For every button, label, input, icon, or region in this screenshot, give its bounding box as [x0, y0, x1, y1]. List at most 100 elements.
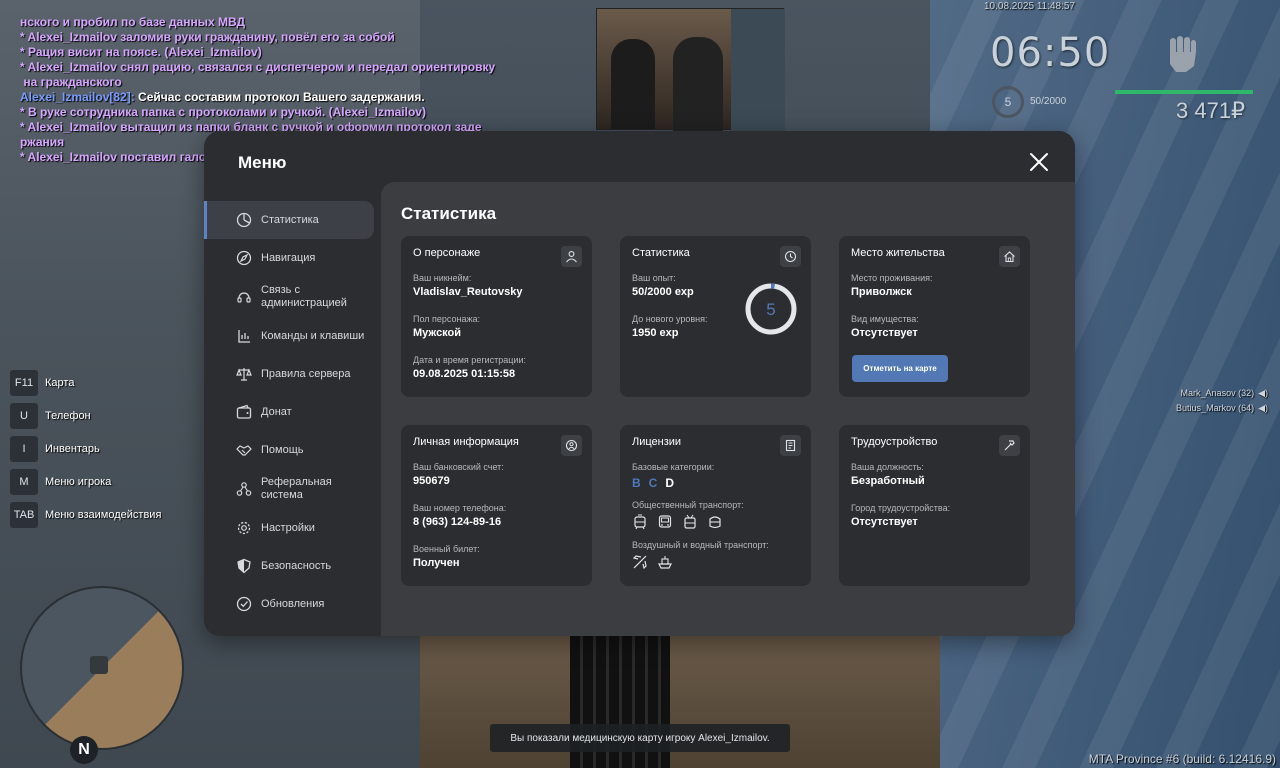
sidebar-item-rules[interactable]: Правила сервера — [204, 355, 380, 393]
field-value: Отсутствует — [851, 516, 918, 528]
sidebar-item-label: Связь с администрацией — [261, 284, 347, 309]
chat-line: * Alexei_Izmailov снял рацию, связался с… — [20, 60, 496, 74]
scene-wall — [731, 9, 785, 131]
field-label: Воздушный и водный транспорт: — [632, 540, 769, 550]
hotkey-inventory[interactable]: I Инвентарь — [10, 436, 161, 462]
chat-message: Сейчас составим протокол Вашего задержан… — [134, 90, 425, 104]
sidebar-item-settings[interactable]: Настройки — [204, 509, 380, 547]
field-label: Город трудоустройства: — [851, 503, 951, 513]
hotkey-key: U — [10, 403, 38, 429]
license-category: B — [632, 476, 641, 490]
field-value: Мужской — [413, 327, 462, 339]
sidebar-item-referral[interactable]: Реферальная система — [204, 469, 380, 509]
build-info: MTA Province #6 (build: 6.12416.9) — [1088, 752, 1276, 766]
card-icon-box — [999, 435, 1020, 456]
card-title: Лицензии — [632, 436, 682, 448]
hotkey-list: F11 Карта U Телефон I Инвентарь M Меню и… — [10, 370, 161, 535]
hotkey-key: M — [10, 469, 38, 495]
field-value: Приволжск — [851, 286, 912, 298]
sidebar-item-label: Навигация — [261, 251, 316, 264]
field-label: Базовые категории: — [632, 462, 715, 472]
field-label: Вид имущества: — [851, 314, 919, 324]
menu-title: Меню — [238, 153, 287, 172]
field-value: 950679 — [413, 475, 450, 487]
license-category: C — [648, 476, 658, 490]
field-label: Ваш номер телефона: — [413, 503, 507, 513]
hud-health-bar — [1115, 90, 1253, 94]
sidebar-item-commands[interactable]: Команды и клавиши — [204, 317, 380, 355]
hotkey-phone[interactable]: U Телефон — [10, 403, 161, 429]
hotkey-key: F11 — [10, 370, 38, 396]
hud-clock: 06:50 — [990, 30, 1111, 76]
sidebar-item-security[interactable]: Безопасность — [204, 547, 380, 585]
stats-card: Статистика Ваш опыт: 50/2000 exp До ново… — [620, 236, 811, 397]
sidebar-item-label: Настройки — [261, 521, 315, 534]
hotkey-interaction-menu[interactable]: TAB Меню взаимодействия — [10, 502, 161, 528]
character-card: О персонаже Ваш никнейм: Vladislav_Reuto… — [401, 236, 592, 397]
personal-info-card: Личная информация Ваш банковский счет: 9… — [401, 425, 592, 586]
public-transport-icons — [632, 514, 799, 530]
sidebar-item-navigation[interactable]: Навигация — [204, 239, 380, 277]
sidebar-item-label: Правила сервера — [261, 367, 351, 380]
metro-icon — [709, 516, 721, 529]
radar-north-indicator: N — [70, 736, 98, 764]
radar-blip-icon — [90, 656, 108, 674]
chat-line: * Alexei_Izmailov заломив руки гражданин… — [20, 30, 395, 44]
license-categories: BCD — [632, 476, 799, 490]
close-icon[interactable] — [1027, 150, 1051, 174]
referral-icon — [236, 482, 252, 496]
gear-icon — [237, 521, 251, 535]
hotkey-player-menu[interactable]: M Меню игрока — [10, 469, 161, 495]
mark-on-map-button[interactable]: Отметить на карте — [852, 355, 948, 382]
field-value: Vladislav_Reutovsky — [413, 286, 523, 298]
chat-line: * Рация висит на поясе. (Alexei_Izmailov… — [20, 45, 262, 59]
field-label: Ваш никнейм: — [413, 273, 472, 283]
field-label: Общественный транспорт: — [632, 500, 744, 510]
sidebar-item-help[interactable]: Помощь — [204, 431, 380, 469]
hotkey-label: Карта — [45, 377, 75, 389]
scene-video-feed — [596, 8, 785, 131]
page-title: Статистика — [401, 204, 497, 223]
hotkey-label: Меню игрока — [45, 476, 112, 488]
plane-icon — [632, 555, 647, 570]
headset-icon — [237, 292, 251, 303]
hotkey-map[interactable]: F11 Карта — [10, 370, 161, 396]
scene-officer — [673, 37, 723, 131]
sidebar-item-label: Команды и клавиши — [261, 329, 365, 342]
card-icon-box — [999, 246, 1020, 267]
license-doc-icon — [785, 439, 796, 452]
hud-level-ring: 5 — [992, 86, 1024, 118]
card-title: О персонаже — [413, 247, 481, 259]
chat-line: нского и пробил по базе данных МВД — [20, 15, 246, 29]
sidebar-item-updates[interactable]: Обновления — [204, 585, 380, 623]
level-progress-ring: 5 — [745, 283, 797, 335]
bus-icon — [658, 515, 672, 528]
scene-officer — [611, 39, 655, 129]
field-label: Ваш банковский счет: — [413, 462, 504, 472]
sidebar-item-label: Безопасность — [261, 559, 332, 572]
card-icon-box — [561, 246, 582, 267]
trolleybus-icon — [684, 514, 696, 529]
field-value: 09.08.2025 01:15:58 — [413, 368, 516, 380]
player-name: Butius_Markov (64) — [1176, 403, 1255, 413]
check-circle-icon — [236, 596, 252, 612]
hotkey-key: I — [10, 436, 38, 462]
field-value: 8 (963) 124-89-16 — [413, 516, 502, 528]
card-title: Трудоустройство — [851, 436, 938, 448]
field-value: Получен — [413, 557, 460, 569]
scales-icon — [236, 368, 252, 381]
sidebar-item-statistics[interactable]: Статистика — [204, 201, 374, 239]
sidebar-item-label: Реферальная система — [261, 476, 332, 501]
licenses-card: Лицензии Базовые категории: BCD Обществе… — [620, 425, 811, 586]
card-title: Статистика — [632, 247, 690, 259]
compass-icon — [236, 250, 252, 266]
field-label: Дата и время регистрации: — [413, 355, 526, 365]
hud-exp: 50/2000 — [1030, 96, 1067, 107]
sidebar-item-donate[interactable]: Донат — [204, 393, 380, 431]
voice-player-list: Mark_Anasov (32) ◀) Butius_Markov (64) ◀) — [1150, 386, 1268, 416]
hotkey-label: Инвентарь — [45, 443, 100, 455]
field-value: Отсутствует — [851, 327, 918, 339]
sidebar-item-label: Обновления — [261, 597, 325, 610]
sidebar-item-admin-contact[interactable]: Связь с администрацией — [204, 277, 380, 317]
speaker-icon: ◀) — [1258, 388, 1268, 398]
